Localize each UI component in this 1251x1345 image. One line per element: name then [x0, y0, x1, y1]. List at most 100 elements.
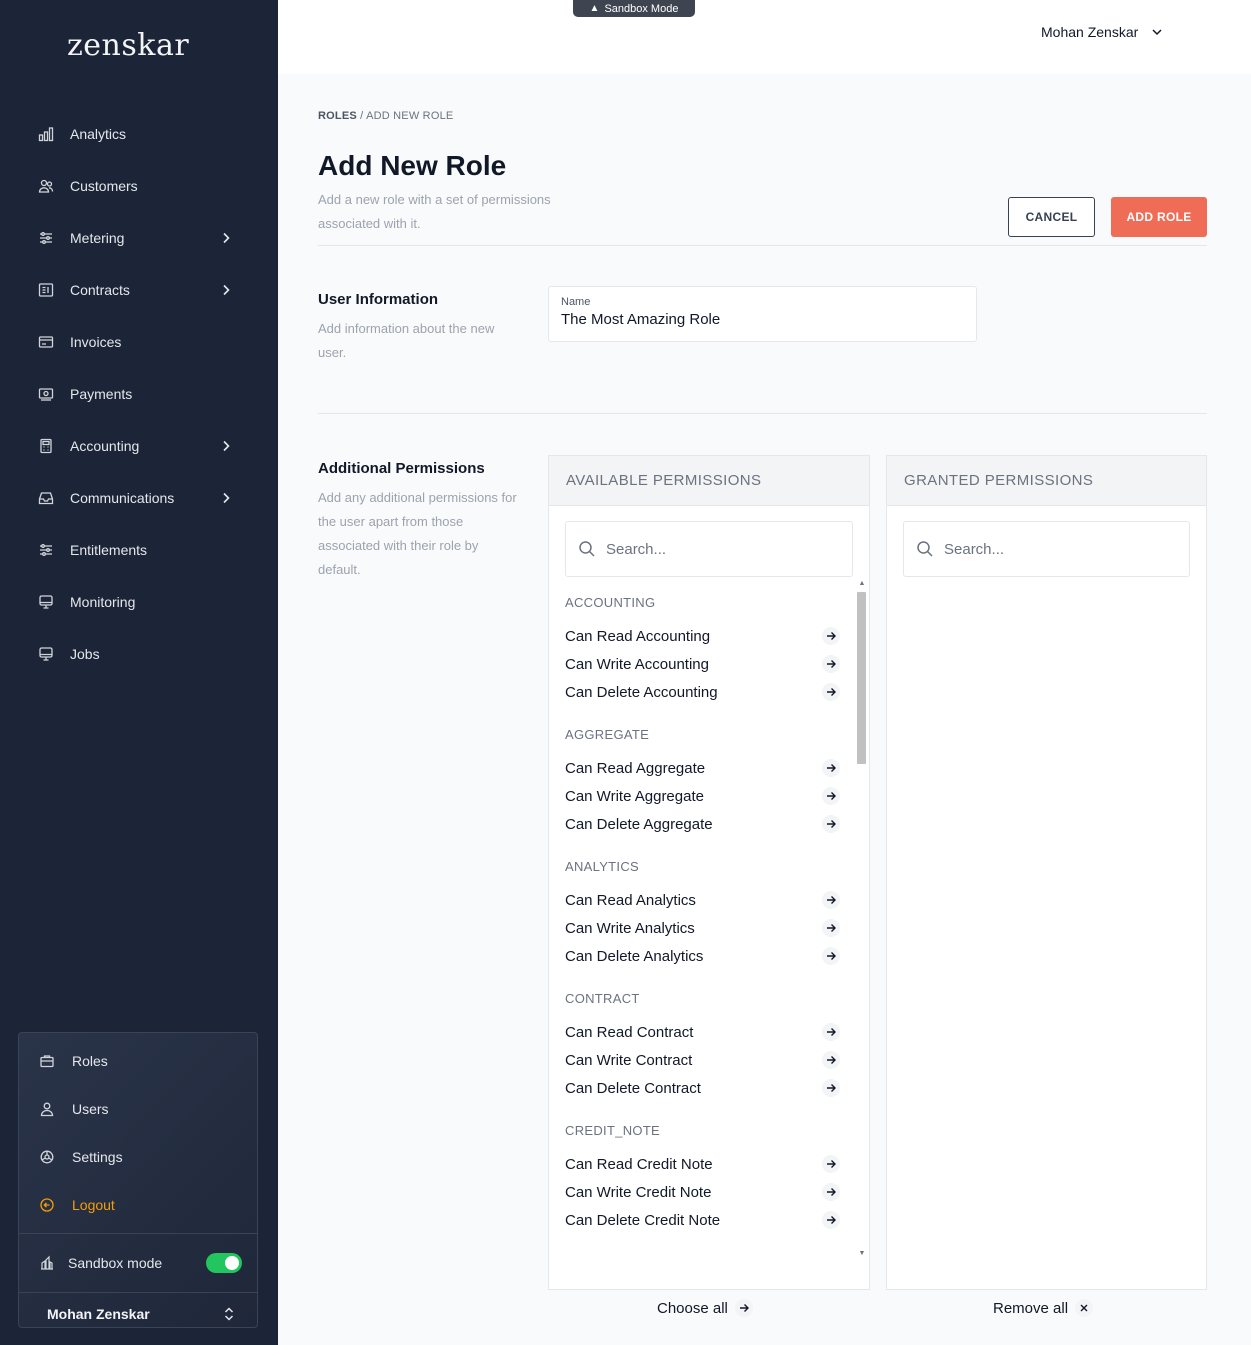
name-input[interactable]	[561, 311, 964, 328]
arrow-right-icon[interactable]	[822, 891, 840, 909]
available-permissions-header: AVAILABLE PERMISSIONS	[549, 456, 869, 506]
chevron-right-icon	[218, 230, 234, 246]
sidebar-item-communications[interactable]: Communications	[0, 472, 278, 524]
arrow-right-icon[interactable]	[822, 1051, 840, 1069]
sidebar-item-customers[interactable]: Customers	[0, 160, 278, 212]
sidebar-item-jobs[interactable]: Jobs	[0, 628, 278, 680]
arrow-right-icon[interactable]	[822, 947, 840, 965]
sidebar-item-label: Roles	[72, 1053, 108, 1069]
granted-permissions-header: GRANTED PERMISSIONS	[887, 456, 1206, 506]
search-icon	[916, 540, 934, 558]
close-icon	[1075, 1299, 1094, 1317]
available-permissions-list: ACCOUNTING Can Read Accounting Can Write…	[565, 586, 843, 1234]
arrow-right-icon[interactable]	[822, 759, 840, 777]
permission-item[interactable]: Can Write Aggregate	[565, 782, 843, 810]
arrow-right-icon[interactable]	[822, 655, 840, 673]
sidebar-item-users[interactable]: Users	[19, 1085, 257, 1133]
sidebar-item-accounting[interactable]: Accounting	[0, 420, 278, 472]
permission-item[interactable]: Can Delete Contract	[565, 1074, 843, 1102]
user-info-title: User Information	[318, 291, 439, 308]
divider	[318, 245, 1207, 246]
permission-item[interactable]: Can Write Contract	[565, 1046, 843, 1074]
permission-group-header: ACCOUNTING	[565, 595, 656, 610]
add-role-button[interactable]: ADD ROLE	[1111, 197, 1207, 237]
choose-all-label: Choose all	[657, 1299, 728, 1317]
permission-item[interactable]: Can Read Credit Note	[565, 1150, 843, 1178]
arrow-right-icon[interactable]	[822, 787, 840, 805]
permission-item[interactable]: Can Delete Accounting	[565, 678, 843, 706]
arrow-right-icon[interactable]	[822, 815, 840, 833]
page-description: Add a new role with a set of permissions…	[318, 192, 551, 231]
permission-item[interactable]: Can Read Analytics	[565, 886, 843, 914]
name-field: Name	[548, 286, 977, 342]
scrollbar-thumb[interactable]	[857, 592, 866, 764]
settings-icon	[39, 1149, 55, 1165]
account-name: Mohan Zenskar	[47, 1306, 150, 1322]
sidebar-item-contracts[interactable]: Contracts	[0, 264, 278, 316]
available-search-input[interactable]	[606, 540, 826, 558]
permission-item[interactable]: Can Delete Aggregate	[565, 810, 843, 838]
sidebar-item-analytics[interactable]: Analytics	[0, 108, 278, 160]
sidebar-item-label: Users	[72, 1101, 109, 1117]
scroll-up-icon[interactable]: ▲	[858, 580, 866, 588]
arrow-right-icon[interactable]	[822, 627, 840, 645]
choose-all-button[interactable]: Choose all	[657, 1299, 753, 1317]
sidebar-item-roles[interactable]: Roles	[19, 1037, 257, 1085]
user-menu-name: Mohan Zenskar	[1041, 24, 1139, 40]
granted-search	[903, 521, 1190, 577]
permission-label: Can Write Credit Note	[565, 1183, 712, 1201]
remove-all-button[interactable]: Remove all	[993, 1299, 1094, 1317]
sidebar-nav: Analytics Customers Metering Contracts I…	[0, 108, 278, 680]
permissions-scrollbar[interactable]: ▲ ▼	[855, 578, 869, 1258]
sidebar-item-monitoring[interactable]: Monitoring	[0, 576, 278, 628]
arrow-right-icon[interactable]	[822, 683, 840, 701]
sidebar-item-label: Metering	[70, 230, 125, 246]
top-bar: ▲ Sandbox Mode Mohan Zenskar	[278, 0, 1251, 74]
sidebar-item-payments[interactable]: Payments	[0, 368, 278, 420]
granted-permissions-panel: GRANTED PERMISSIONS	[886, 455, 1207, 1290]
cancel-button[interactable]: CANCEL	[1008, 197, 1095, 237]
arrow-right-icon[interactable]	[822, 1183, 840, 1201]
granted-search-input[interactable]	[944, 540, 1164, 558]
permission-item[interactable]: Can Read Aggregate	[565, 754, 843, 782]
permission-label: Can Delete Aggregate	[565, 815, 713, 833]
search-icon	[578, 540, 596, 558]
sidebar-item-settings[interactable]: Settings	[19, 1133, 257, 1181]
account-switcher[interactable]: Mohan Zenskar	[19, 1293, 257, 1327]
chevron-right-icon	[218, 438, 234, 454]
permission-group-header: AGGREGATE	[565, 727, 650, 742]
sidebar-item-label: Invoices	[70, 334, 122, 350]
permission-item[interactable]: Can Read Contract	[565, 1018, 843, 1046]
arrow-right-icon[interactable]	[822, 919, 840, 937]
chevron-down-icon	[1150, 25, 1164, 39]
permission-group-header: CREDIT_NOTE	[565, 1123, 661, 1138]
user-menu[interactable]: Mohan Zenskar	[1041, 24, 1164, 40]
sidebar: zenskar Analytics Customers Metering Con…	[0, 0, 278, 1345]
sidebar-item-invoices[interactable]: Invoices	[0, 316, 278, 368]
remove-all-label: Remove all	[993, 1299, 1069, 1317]
scroll-down-icon[interactable]: ▼	[858, 1250, 866, 1258]
permission-group-header: ANALYTICS	[565, 859, 639, 874]
permission-item[interactable]: Can Write Accounting	[565, 650, 843, 678]
permission-item[interactable]: Can Write Credit Note	[565, 1178, 843, 1206]
monitor-icon	[38, 594, 54, 610]
arrow-right-icon[interactable]	[822, 1211, 840, 1229]
breadcrumb-roles[interactable]: ROLES	[318, 110, 357, 122]
arrow-right-icon[interactable]	[822, 1079, 840, 1097]
permission-item[interactable]: Can Read Accounting	[565, 622, 843, 650]
sandbox-mode-row: Sandbox mode	[19, 1234, 257, 1292]
sandbox-mode-toggle[interactable]	[206, 1253, 242, 1273]
permission-item[interactable]: Can Delete Credit Note	[565, 1206, 843, 1234]
permission-item[interactable]: Can Write Analytics	[565, 914, 843, 942]
permission-label: Can Write Accounting	[565, 655, 709, 673]
permission-label: Can Write Aggregate	[565, 787, 704, 805]
permission-label: Can Read Accounting	[565, 627, 711, 645]
arrow-right-icon[interactable]	[822, 1155, 840, 1173]
sidebar-item-entitlements[interactable]: Entitlements	[0, 524, 278, 576]
permission-item[interactable]: Can Delete Analytics	[565, 942, 843, 970]
chevron-up-down-icon	[222, 1306, 236, 1322]
sidebar-item-logout[interactable]: Logout	[19, 1181, 257, 1229]
breadcrumb-current: ADD NEW ROLE	[366, 110, 454, 122]
arrow-right-icon[interactable]	[822, 1023, 840, 1041]
sidebar-item-metering[interactable]: Metering	[0, 212, 278, 264]
